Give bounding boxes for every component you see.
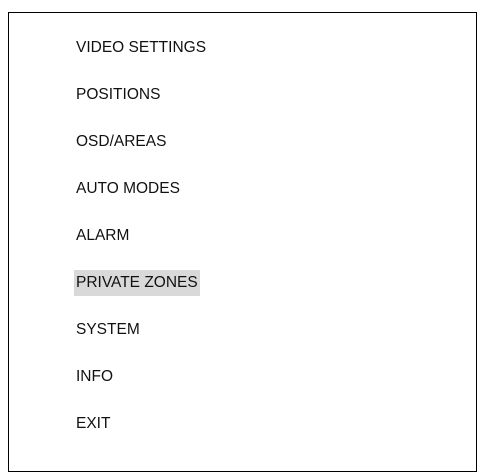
menu-item-exit[interactable]: EXIT — [76, 411, 208, 458]
menu-item-label: OSD/AREAS — [76, 133, 167, 150]
menu-item-label: AUTO MODES — [76, 180, 180, 197]
menu-item-auto-modes[interactable]: AUTO MODES — [76, 176, 208, 223]
menu-item-private-zones[interactable]: PRIVATE ZONES — [74, 270, 208, 317]
menu-item-label: ALARM — [76, 227, 130, 244]
menu-list: VIDEO SETTINGS POSITIONS OSD/AREAS AUTO … — [74, 35, 208, 458]
menu-item-label: VIDEO SETTINGS — [76, 39, 207, 56]
menu-item-system[interactable]: SYSTEM — [76, 317, 208, 364]
menu-item-label: EXIT — [76, 415, 111, 432]
menu-item-label: POSITIONS — [76, 86, 161, 103]
menu-item-osd-areas[interactable]: OSD/AREAS — [76, 129, 208, 176]
menu-item-info[interactable]: INFO — [76, 364, 208, 411]
menu-item-label: INFO — [76, 368, 114, 385]
osd-menu-panel: VIDEO SETTINGS POSITIONS OSD/AREAS AUTO … — [8, 12, 477, 472]
menu-item-label: SYSTEM — [76, 321, 140, 338]
menu-item-label: PRIVATE ZONES — [74, 270, 200, 296]
menu-item-video-settings[interactable]: VIDEO SETTINGS — [76, 35, 208, 82]
menu-item-positions[interactable]: POSITIONS — [76, 82, 208, 129]
menu-item-alarm[interactable]: ALARM — [76, 223, 208, 270]
